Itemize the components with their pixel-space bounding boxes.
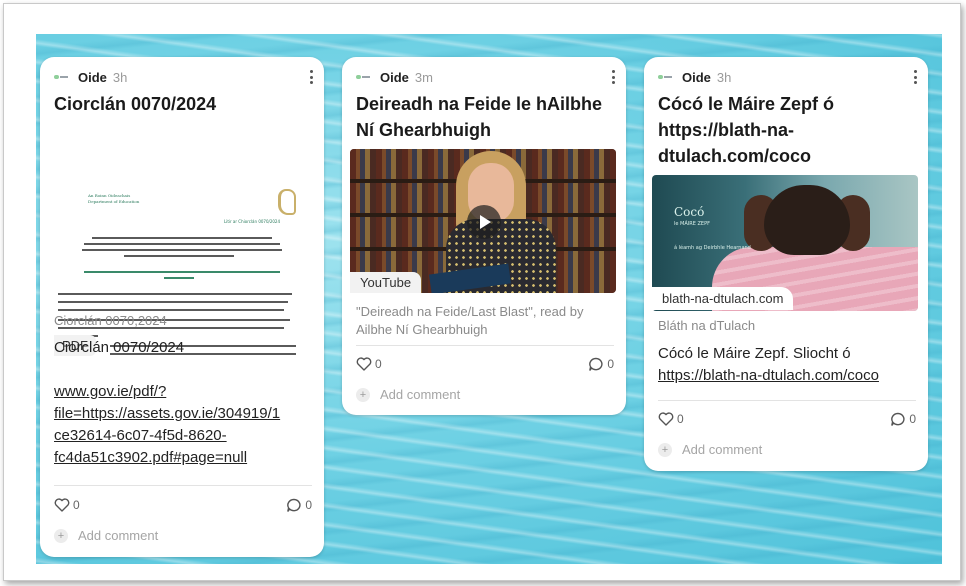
post-author[interactable]: Oide [380,70,409,85]
add-comment-button[interactable]: + Add comment [356,387,460,402]
oide-logo-icon [356,72,370,82]
comment-button[interactable]: 0 [286,498,312,513]
comment-bubble-icon [891,412,905,426]
post-card-circular[interactable]: Oide 3h Ciorclán 0070/2024 An Roinn Oide… [40,57,324,557]
like-count: 0 [677,412,684,426]
more-options-icon[interactable] [912,68,918,86]
doc-text-line [82,249,282,251]
attachment-type-badge: YouTube [350,272,422,293]
comment-count: 0 [305,498,312,512]
oide-logo-icon [658,72,672,82]
doc-text-line [58,301,288,303]
post-title: Cócó le Máire Zepf ó https://blath-na-dt… [658,94,835,166]
comment-bubble-icon [287,498,301,512]
post-link[interactable]: www.gov.ie/pdf/? file=https://assets.gov… [54,381,312,469]
like-count: 0 [375,357,382,371]
add-comment-label: Add comment [682,442,763,457]
comment-bubble-icon [589,357,603,371]
like-count: 0 [73,498,80,512]
like-button[interactable]: 0 [356,357,382,371]
like-button[interactable]: 0 [54,498,80,512]
doc-text-line [164,277,194,279]
post-title: Deireadh na Feide le hAilbhe Ní Ghearbhu… [356,94,603,140]
oide-logo-icon [54,72,68,82]
post-stats: 0 0 [54,495,312,515]
pdf-preview[interactable]: An Roinn Oideachais Department of Educat… [54,185,306,357]
cover-reader: á léamh ag Deirbhle Hearnand [674,245,751,251]
comment-button[interactable]: 0 [588,357,614,372]
attachment-description: "Deireadh na Feide/Last Blast", read by … [356,304,584,337]
post-card-video[interactable]: Oide 3m Deireadh na Feide le hAilbhe Ní … [342,57,626,415]
more-options-icon[interactable] [308,68,314,86]
plus-icon: + [356,387,370,402]
doc-text-line [124,255,234,257]
plus-icon: + [54,528,68,543]
post-stats: 0 0 [658,409,916,429]
doc-text-line [58,293,292,295]
add-comment-button[interactable]: + Add comment [54,528,158,543]
post-header: Oide 3h [54,67,314,87]
comment-button[interactable]: 0 [890,412,916,427]
doc-text-line [84,271,280,273]
comment-count: 0 [607,357,614,371]
heart-icon [54,498,70,512]
attachment-title: Ciorclán 0070,2024 [54,313,167,328]
add-comment-button[interactable]: + Add comment [658,442,762,457]
divider [658,400,916,401]
attachment-title: Bláth na dTulach [658,318,756,333]
attachment-source-badge: blath-na-dtulach.com [652,287,794,310]
cover-title: Cocó [674,205,705,219]
post-body: Cócó le Máire Zepf. Sliocht ó https://bl… [658,343,916,387]
link-line[interactable]: ce32614-6c07-4f5d-8620- [54,425,312,447]
divider [356,345,614,346]
doc-text-line [84,243,280,245]
heart-icon [658,412,674,426]
post-header: Oide 3m [356,67,616,87]
post-time: 3h [112,69,128,85]
post-header: Oide 3h [658,67,918,87]
like-button[interactable]: 0 [658,412,684,426]
post-title: Ciorclán 0070/2024 [54,94,217,114]
dog-illustration [764,185,850,255]
doc-text-line [92,237,272,239]
plus-icon: + [658,442,672,457]
divider [54,485,312,486]
post-time: 3h [716,69,732,85]
harp-emblem-icon [278,189,296,215]
play-icon[interactable] [467,205,501,239]
post-link[interactable]: https://blath-na-dtulach.com/coco [658,365,916,387]
post-stats: 0 0 [356,354,614,374]
heart-icon [356,357,372,371]
post-body: Ciorclán 0070/2024 [54,339,185,356]
post-card-book[interactable]: Oide 3h Cócó le Máire Zepf ó https://bla… [644,57,928,471]
add-comment-label: Add comment [78,528,159,543]
link-line[interactable]: www.gov.ie/pdf/? [54,381,312,403]
post-author[interactable]: Oide [682,70,711,85]
doc-department: An Roinn Oideachais Department of Educat… [88,193,140,204]
doc-text-line [58,309,284,311]
link-line[interactable]: fc4da51c3902.pdf#page=null [54,447,312,469]
post-body-text: Cócó le Máire Zepf. Sliocht ó [658,345,851,362]
more-options-icon[interactable] [610,68,616,86]
cover-author: le MÁIRE ZEPF [674,221,710,227]
post-author[interactable]: Oide [78,70,107,85]
add-comment-label: Add comment [380,387,461,402]
post-time: 3m [414,69,433,85]
link-line[interactable]: file=https://assets.gov.ie/304919/1 [54,403,312,425]
doc-reference: Litir ar Chiorclán 0070/2024 [224,219,281,224]
comment-count: 0 [909,412,916,426]
